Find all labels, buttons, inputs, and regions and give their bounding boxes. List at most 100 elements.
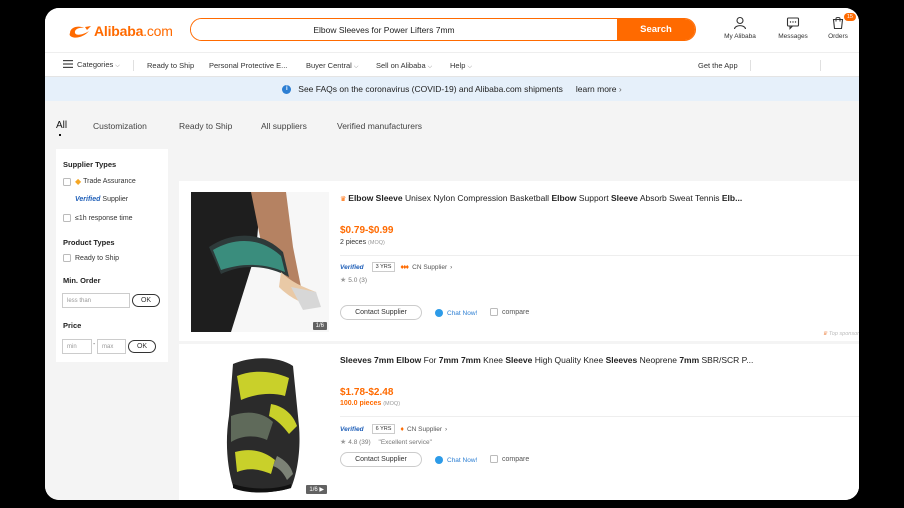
checkbox[interactable] bbox=[63, 214, 71, 222]
chevron-down-icon: ⌵ bbox=[353, 64, 359, 70]
menu-icon bbox=[63, 60, 73, 68]
learn-more-link[interactable]: learn more › bbox=[576, 84, 622, 94]
orders-link[interactable]: 15 Orders bbox=[816, 13, 859, 40]
tab-all[interactable]: All bbox=[56, 120, 67, 136]
years-badge: 6 YRS bbox=[371, 424, 396, 434]
supplier-info: Verified 6 YRS ♦ CN Supplier › bbox=[340, 424, 447, 434]
chevron-right-icon: › bbox=[618, 84, 622, 94]
contact-supplier-button[interactable]: Contact Supplier bbox=[340, 305, 422, 320]
review-count: (39) bbox=[359, 439, 371, 446]
title-part: Knee bbox=[480, 355, 506, 365]
nav-ppe[interactable]: Personal Protective E... bbox=[209, 61, 287, 70]
title-part: Unisex Nylon Compression Basketball bbox=[402, 193, 552, 203]
supplier-types-title: Supplier Types bbox=[63, 160, 117, 169]
tab-ready-to-ship[interactable]: Ready to Ship bbox=[179, 121, 232, 131]
help-label: Help bbox=[450, 61, 466, 70]
tab-customization[interactable]: Customization bbox=[93, 121, 147, 131]
info-icon: i bbox=[282, 84, 292, 94]
categories-menu[interactable]: Categories ⌵ bbox=[63, 60, 120, 70]
search-input[interactable] bbox=[191, 19, 617, 40]
response-time-label: ≤1h response time bbox=[75, 214, 133, 222]
filter-trade-assurance[interactable]: ◆ Trade Assurance bbox=[63, 177, 136, 186]
price-min-input[interactable]: min bbox=[62, 339, 92, 354]
messages-link[interactable]: Messages bbox=[771, 16, 815, 40]
checkbox[interactable] bbox=[63, 254, 71, 262]
product-title[interactable]: Sleeves 7mm Elbow For 7mm 7mm Knee Sleev… bbox=[340, 355, 753, 365]
image-count: 1/6 ▶ bbox=[306, 485, 327, 494]
price-max-input[interactable]: max bbox=[97, 339, 126, 354]
chevron-right-icon: › bbox=[445, 425, 448, 433]
moq-value: 2 pieces bbox=[340, 239, 367, 246]
chevron-down-icon: ⌵ bbox=[427, 64, 433, 70]
compare-toggle[interactable]: compare bbox=[490, 308, 529, 316]
checkbox[interactable] bbox=[490, 308, 498, 316]
nav-divider bbox=[750, 60, 751, 71]
divider bbox=[340, 255, 859, 256]
verified-badge[interactable]: Verified bbox=[340, 264, 364, 271]
ready-to-ship-label: Ready to Ship bbox=[75, 254, 119, 262]
price-ok-button[interactable]: OK bbox=[128, 340, 156, 353]
chevron-down-icon: ⌵ bbox=[115, 63, 120, 69]
product-price: $1.78-$2.48 bbox=[340, 387, 394, 398]
tab-verified-manufacturers[interactable]: Verified manufacturers bbox=[337, 121, 422, 131]
checkbox[interactable] bbox=[63, 195, 71, 203]
my-alibaba-link[interactable]: My Alibaba bbox=[718, 16, 762, 40]
nav-ready-to-ship[interactable]: Ready to Ship bbox=[147, 61, 194, 70]
product-rating[interactable]: ★ 5.0 (3) bbox=[340, 276, 367, 284]
sell-label: Sell on Alibaba bbox=[376, 61, 426, 70]
top-sponsor-label: Top sponsor bbox=[828, 331, 859, 337]
category-nav: Categories ⌵ Ready to Ship Personal Prote… bbox=[45, 52, 859, 77]
get-the-app-link[interactable]: Get the App bbox=[698, 61, 738, 70]
product-card[interactable]: 1/6 ♛ Elbow Sleeve Unisex Nylon Compressi… bbox=[179, 181, 859, 341]
rating-value: 4.8 bbox=[348, 439, 358, 446]
product-rating[interactable]: ★ 4.8 (39) "Excellent service" bbox=[340, 438, 432, 446]
nav-buyer-central[interactable]: Buyer Central ⌵ bbox=[306, 61, 358, 71]
verified-badge[interactable]: Verified bbox=[340, 426, 364, 433]
chat-now-link[interactable]: Chat Now! bbox=[435, 309, 477, 317]
divider bbox=[340, 416, 859, 417]
checkbox[interactable] bbox=[490, 455, 498, 463]
compare-toggle[interactable]: compare bbox=[490, 455, 529, 463]
search-button[interactable]: Search bbox=[617, 19, 695, 40]
product-image[interactable]: 1/6 bbox=[191, 192, 329, 332]
filter-response-time[interactable]: ≤1h response time bbox=[63, 214, 133, 222]
title-part: Elb... bbox=[721, 193, 743, 203]
nav-divider bbox=[133, 60, 134, 71]
title-part: Sleeve bbox=[505, 355, 533, 365]
min-order-ok-button[interactable]: OK bbox=[132, 294, 160, 307]
review-quote: "Excellent service" bbox=[378, 439, 432, 446]
orders-badge: 15 bbox=[843, 13, 856, 21]
supplier-country[interactable]: CN Supplier bbox=[412, 264, 447, 271]
title-part: High Quality Knee bbox=[532, 355, 606, 365]
min-order-input[interactable]: less than bbox=[62, 293, 130, 308]
filter-sidebar: Supplier Types ◆ Trade Assurance Verifie… bbox=[56, 149, 168, 362]
supplier-info: Verified 3 YRS ♦♦♦ CN Supplier › bbox=[340, 262, 452, 272]
compare-label: compare bbox=[502, 308, 530, 316]
star-icon: ★ bbox=[340, 439, 347, 446]
header: Alibaba.com Search My Alibaba Messages bbox=[45, 8, 859, 52]
title-part: Sleeves 7mm Elbow bbox=[340, 355, 422, 365]
title-part: Elbow bbox=[551, 193, 577, 203]
alibaba-logo[interactable]: Alibaba.com bbox=[67, 21, 173, 41]
product-card[interactable]: 1/6 ▶ Sleeves 7mm Elbow For 7mm 7mm Knee… bbox=[179, 344, 859, 500]
product-image[interactable]: 1/6 ▶ bbox=[191, 356, 329, 496]
contact-supplier-button[interactable]: Contact Supplier bbox=[340, 452, 422, 467]
checkbox[interactable] bbox=[63, 177, 71, 186]
years-badge: 3 YRS bbox=[371, 262, 396, 272]
product-title[interactable]: ♛ Elbow Sleeve Unisex Nylon Compression B… bbox=[340, 193, 742, 203]
chat-now-link[interactable]: Chat Now! bbox=[435, 456, 477, 464]
trade-assurance-label: Trade Assurance bbox=[83, 178, 136, 185]
moq-label: (MOQ) bbox=[383, 401, 401, 407]
knee-sleeve-photo bbox=[191, 356, 329, 496]
tab-all-suppliers[interactable]: All suppliers bbox=[261, 121, 307, 131]
supplier-country[interactable]: CN Supplier bbox=[407, 426, 442, 433]
messages-label: Messages bbox=[778, 33, 808, 40]
crown-icon: ♛ bbox=[822, 331, 828, 337]
filter-ready-to-ship[interactable]: Ready to Ship bbox=[63, 254, 119, 262]
nav-sell-on-alibaba[interactable]: Sell on Alibaba ⌵ bbox=[376, 61, 432, 71]
orders-icon bbox=[832, 17, 844, 30]
nav-help[interactable]: Help ⌵ bbox=[450, 61, 472, 71]
chat-label: Chat Now! bbox=[447, 456, 478, 464]
filter-verified-supplier[interactable]: Verified Supplier bbox=[63, 195, 128, 203]
play-icon: ▶ bbox=[319, 487, 324, 493]
